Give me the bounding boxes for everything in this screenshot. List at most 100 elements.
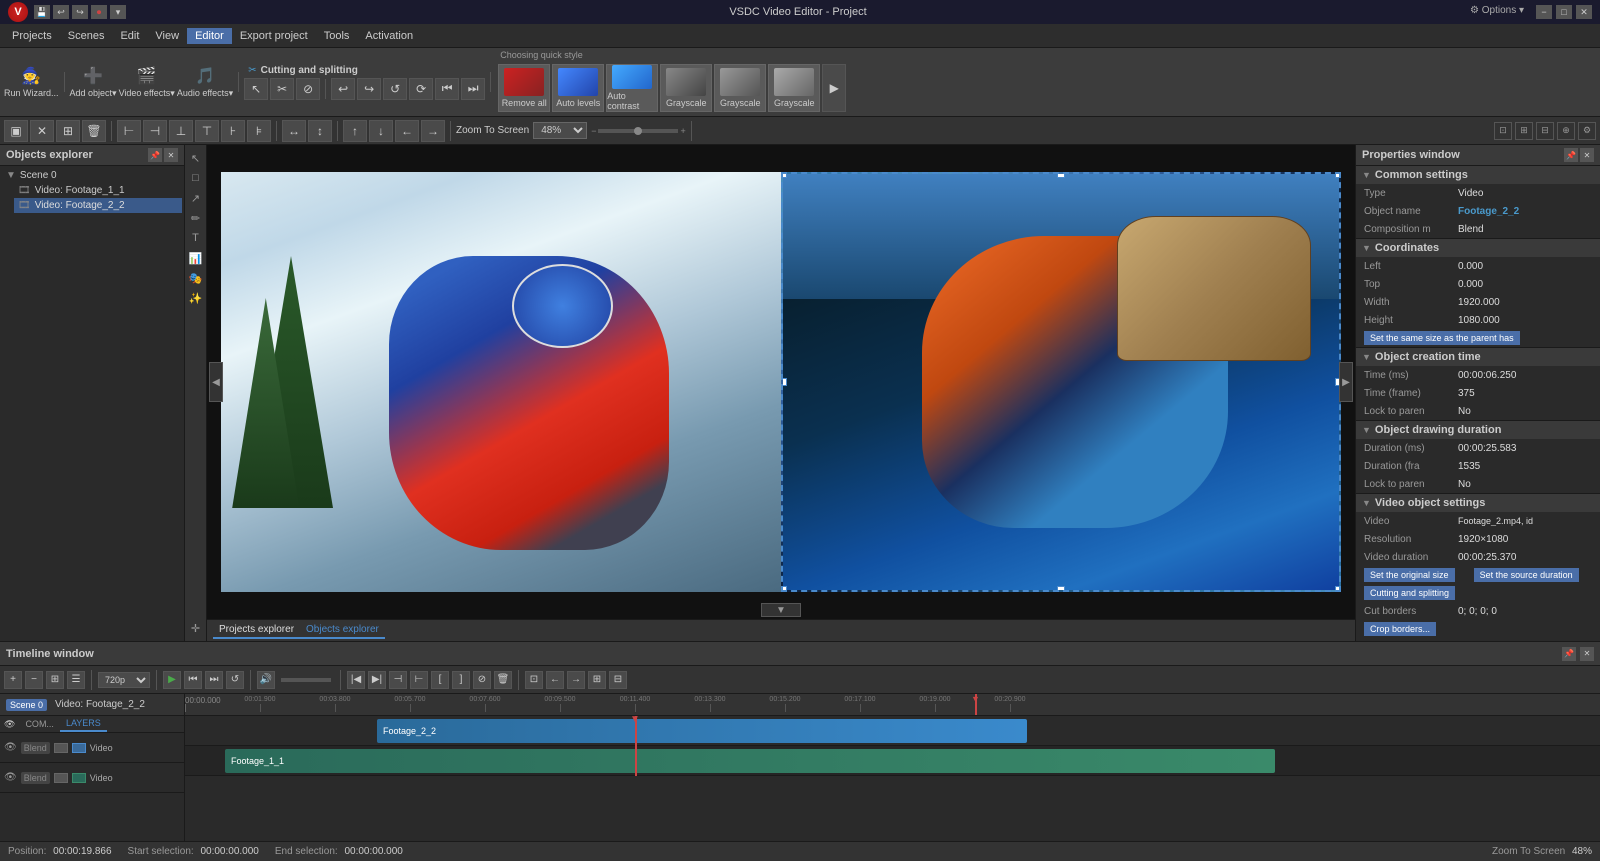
undo-btn-title[interactable]: ↩ (53, 5, 69, 19)
creation-time-header[interactable]: ▼ Object creation time (1356, 348, 1600, 366)
delete-tool[interactable]: 🗑 (82, 120, 106, 142)
track-vis-footage2[interactable]: 👁 (4, 742, 17, 753)
remove-all-btn[interactable]: Remove all (498, 64, 550, 112)
pencil-tool[interactable]: ✏ (187, 209, 205, 227)
tab-projects-explorer[interactable]: Projects explorer (213, 622, 300, 639)
common-settings-header[interactable]: ▼ Common settings (1356, 166, 1600, 184)
tl-delete-seg[interactable]: 🗑 (494, 671, 512, 689)
tl-cut-mark[interactable]: ⊣ (389, 671, 407, 689)
tab-objects-explorer[interactable]: Objects explorer (300, 622, 385, 639)
align-right[interactable]: ⊥ (169, 120, 193, 142)
tl-align-l[interactable]: ← (546, 671, 564, 689)
tl-align-r[interactable]: → (567, 671, 585, 689)
auto-contrast-btn[interactable]: Auto contrast (606, 64, 658, 112)
menu-editor[interactable]: Editor (187, 28, 232, 44)
loop-tool[interactable]: ↺ (383, 78, 407, 100)
audio-effects-btn[interactable]: 🎵 Audio effects▾ (177, 66, 233, 99)
tl-paste-mark[interactable]: ⊢ (410, 671, 428, 689)
menu-projects[interactable]: Projects (4, 28, 60, 44)
footage1-item[interactable]: 🎞 Video: Footage_1_1 (14, 183, 182, 198)
tab-com[interactable]: COM... (19, 716, 60, 732)
handle-br[interactable] (1335, 586, 1341, 592)
handle-bl[interactable] (781, 586, 787, 592)
duration-header[interactable]: ▼ Object drawing duration (1356, 421, 1600, 439)
canvas-nav-right[interactable]: ▶ (1339, 362, 1353, 402)
menu-edit[interactable]: Edit (112, 28, 147, 44)
grayscale-btn1[interactable]: Grayscale (660, 64, 712, 112)
scene-item[interactable]: ▼ Scene 0 (2, 168, 182, 183)
menu-tools[interactable]: Tools (316, 28, 358, 44)
animation-tool[interactable]: 🎭 (187, 269, 205, 287)
grayscale-btn2[interactable]: Grayscale (714, 64, 766, 112)
add-object-btn[interactable]: ➕ Add object▾ (70, 66, 117, 99)
grid-btn[interactable]: ⊞ (1515, 122, 1533, 140)
menu-export[interactable]: Export project (232, 28, 316, 44)
maximize-btn[interactable]: □ (1556, 5, 1572, 19)
clip-footage1[interactable]: Footage_1_1 (225, 749, 1275, 773)
move-right-btn[interactable]: → (421, 120, 445, 142)
distribute-v[interactable]: ↕ (308, 120, 332, 142)
quick-access-btn[interactable]: 💾 (34, 5, 50, 19)
effect-tool[interactable]: ✨ (187, 289, 205, 307)
align-left[interactable]: ⊢ (117, 120, 141, 142)
visibility-toggle-header[interactable]: 👁 (0, 716, 19, 732)
options-label[interactable]: ⚙ Options ▾ (1470, 5, 1524, 19)
arrow-draw-tool[interactable]: ↗ (187, 189, 205, 207)
prev-frame[interactable]: ⏮ (435, 78, 459, 100)
resolution-select[interactable]: 720p 1080p 480p (98, 672, 150, 688)
move-tool[interactable]: ✛ (187, 619, 205, 637)
track-vis-footage1[interactable]: 👁 (4, 772, 17, 783)
align-center[interactable]: ⊣ (143, 120, 167, 142)
loop2-tool[interactable]: ⟳ (409, 78, 433, 100)
more-view[interactable]: ⚙ (1578, 122, 1596, 140)
undo-tool[interactable]: ↩ (331, 78, 355, 100)
customize-btn[interactable]: ▾ (110, 5, 126, 19)
guide-btn[interactable]: ⊟ (1536, 122, 1554, 140)
footage2-item[interactable]: 🎞 Video: Footage_2_2 (14, 198, 182, 213)
tl-extra2[interactable]: ⊟ (609, 671, 627, 689)
redo-btn-title[interactable]: ↪ (72, 5, 88, 19)
clip-footage2[interactable]: Footage_2_2 (377, 719, 1027, 743)
handle-ml[interactable] (781, 378, 787, 386)
handle-bm[interactable] (1057, 586, 1065, 592)
zoom-thumb[interactable] (634, 127, 642, 135)
align-bottom[interactable]: ⊧ (247, 120, 271, 142)
timeline-close-btn[interactable]: ✕ (1580, 647, 1594, 661)
zoom-track[interactable] (598, 129, 678, 133)
tl-remove-btn[interactable]: − (25, 671, 43, 689)
close-panel-btn[interactable]: ✕ (164, 148, 178, 162)
more-styles-btn[interactable]: ▶ (822, 64, 846, 112)
tl-end-btn[interactable]: ▶| (368, 671, 386, 689)
tl-extra1[interactable]: ⊞ (588, 671, 606, 689)
align-middle[interactable]: ⊦ (221, 120, 245, 142)
menu-activation[interactable]: Activation (357, 28, 421, 44)
record-btn[interactable]: ⏺ (91, 5, 107, 19)
video-effects-btn[interactable]: 🎬 Video effects▾ (119, 66, 175, 99)
move-left-btn[interactable]: ← (395, 120, 419, 142)
auto-levels-btn[interactable]: Auto levels (552, 64, 604, 112)
tl-start-btn[interactable]: |◀ (347, 671, 365, 689)
timeline-pin-btn[interactable]: 📌 (1562, 647, 1576, 661)
handle-tm[interactable] (1057, 172, 1065, 178)
minimize-btn[interactable]: − (1536, 5, 1552, 19)
tl-loop-btn[interactable]: ↺ (226, 671, 244, 689)
deselect-tool[interactable]: ✕ (30, 120, 54, 142)
tl-group-btn[interactable]: ⊞ (46, 671, 64, 689)
tl-mute-btn[interactable]: 🔊 (257, 671, 275, 689)
tl-add-btn[interactable]: + (4, 671, 22, 689)
canvas-nav-left[interactable]: ◀ (209, 362, 223, 402)
next-frame[interactable]: ⏭ (461, 78, 485, 100)
props-close-btn[interactable]: ✕ (1580, 148, 1594, 162)
menu-scenes[interactable]: Scenes (60, 28, 113, 44)
crop-btn[interactable]: Crop borders... (1364, 622, 1436, 636)
select-tool[interactable]: ▣ (4, 120, 28, 142)
canvas-nav-bottom[interactable]: ▼ (761, 603, 801, 617)
coordinates-header[interactable]: ▼ Coordinates (1356, 239, 1600, 257)
handle-tl[interactable] (781, 172, 787, 178)
split-tool[interactable]: ⊘ (296, 78, 320, 100)
close-btn[interactable]: ✕ (1576, 5, 1592, 19)
grayscale-btn3[interactable]: Grayscale (768, 64, 820, 112)
handle-tr[interactable] (1335, 172, 1341, 178)
props-pin-btn[interactable]: 📌 (1564, 148, 1578, 162)
text-tool[interactable]: T (187, 229, 205, 247)
